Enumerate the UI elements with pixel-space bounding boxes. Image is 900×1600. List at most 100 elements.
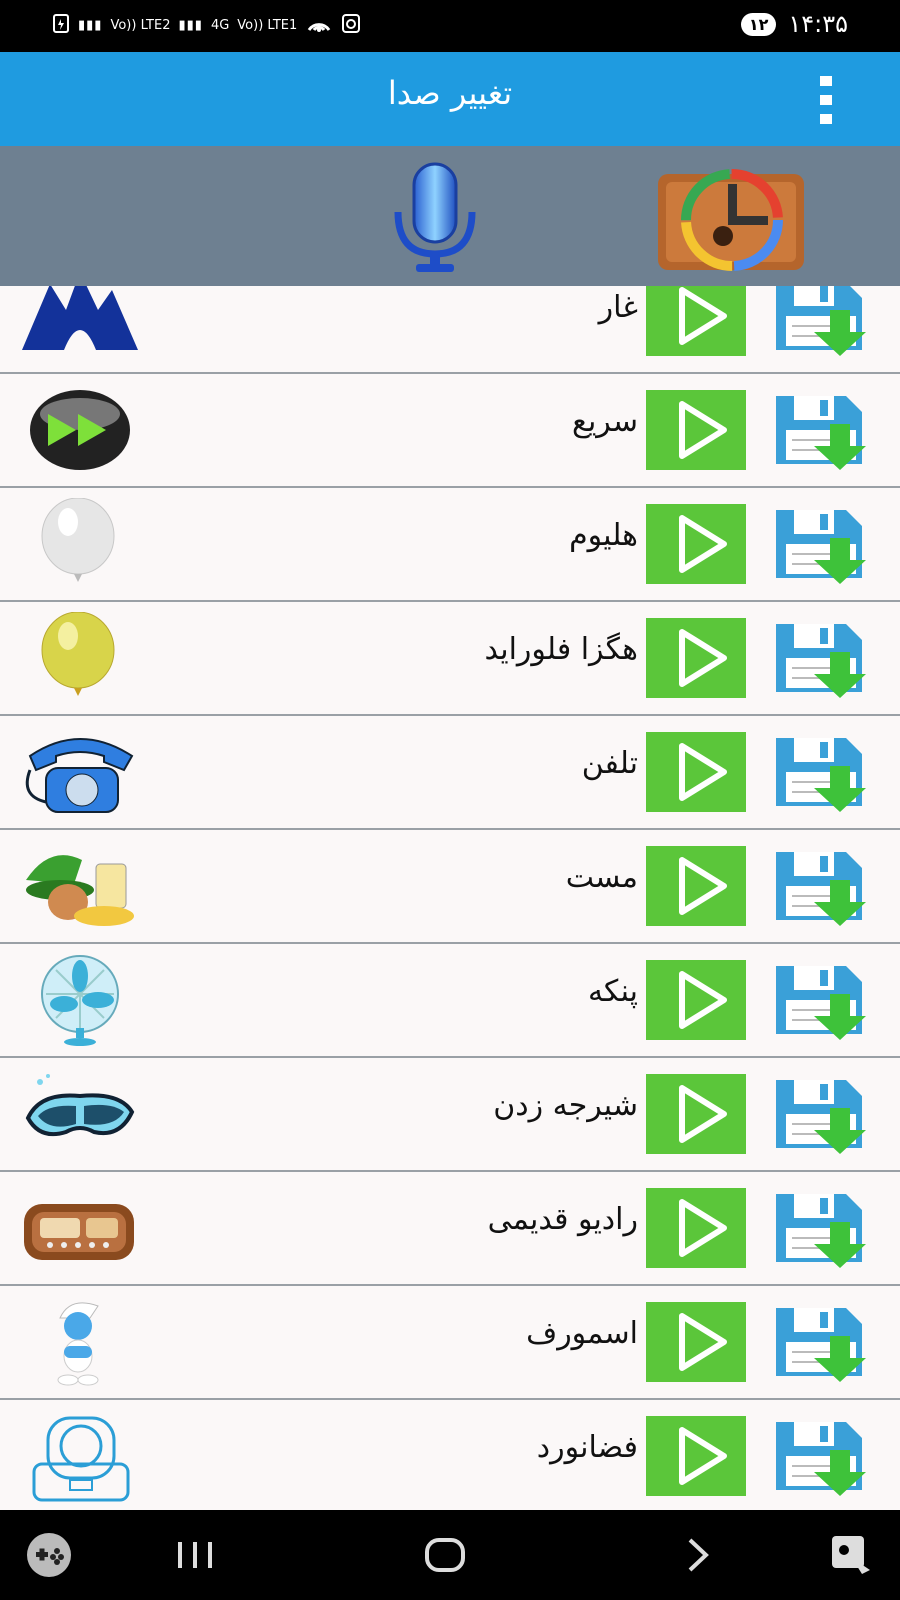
play-icon [679,971,727,1029]
save-download-icon [776,1308,866,1382]
effect-row[interactable]: شیرجه زدن [0,1058,900,1172]
notification-badge: ۱۲ [740,12,777,36]
play-icon [679,857,727,915]
home-icon[interactable] [420,1530,470,1580]
screenshot-icon[interactable] [826,1530,876,1580]
play-button[interactable] [646,1188,746,1268]
save-button[interactable] [770,504,870,584]
save-download-icon [776,1194,866,1268]
effect-row[interactable]: پنکه [0,944,900,1058]
play-icon [679,1199,727,1257]
save-button[interactable] [770,618,870,698]
recents-icon[interactable] [170,1530,220,1580]
save-download-icon [776,510,866,584]
open-music-button[interactable] [658,164,806,272]
play-icon [679,401,727,459]
save-download-icon [776,624,866,698]
play-button[interactable] [646,960,746,1040]
telephone-icon [20,726,140,818]
effect-label: تلفن [581,746,638,781]
status-icons: ▮▮▮ Vo)) LTE2 ▮▮▮ 4G Vo)) LTE1 [52,12,361,38]
play-button[interactable] [646,618,746,698]
app-title: تغییر صدا [387,74,513,112]
effect-row[interactable]: تلفن [0,716,900,830]
status-right: ۱۲ ۱۴:۳۵ [740,10,848,38]
diving-mask-icon [20,1068,140,1160]
battery-saver-icon [52,12,70,38]
save-button[interactable] [770,846,870,926]
effect-row[interactable]: سریع [0,374,900,488]
effect-label: غار [598,290,638,325]
music-history-icon [658,169,804,271]
overflow-menu-button[interactable] [816,76,836,124]
smurf-icon [20,1296,140,1388]
play-icon [679,1085,727,1143]
effect-label: پنکه [587,974,638,1009]
effect-row[interactable]: هگزا فلوراید [0,602,900,716]
save-button[interactable] [770,732,870,812]
signal-icon-2: ▮▮▮ [178,17,203,33]
play-icon [679,629,727,687]
save-button[interactable] [770,960,870,1040]
record-button[interactable] [392,162,478,274]
game-icon[interactable] [24,1530,74,1580]
effect-label: رادیو قدیمی [487,1202,638,1237]
menu-dot-icon [820,95,832,105]
status-bar: ▮▮▮ Vo)) LTE2 ▮▮▮ 4G Vo)) LTE1 ۱۲ ۱۴:۳۵ [0,0,900,52]
save-download-icon [776,966,866,1040]
play-icon [679,287,727,345]
save-download-icon [776,738,866,812]
effect-row[interactable]: هلیوم [0,488,900,602]
back-icon[interactable] [672,1530,722,1580]
navigation-bar [0,1510,900,1600]
effect-row[interactable]: فضانورد [0,1400,900,1510]
play-icon [679,1427,727,1485]
microphone-icon [394,162,476,272]
hotspot-icon [305,12,333,38]
play-button[interactable] [646,390,746,470]
fan-icon [20,954,140,1046]
save-download-icon [776,852,866,926]
effect-row[interactable]: غار [0,286,900,374]
save-button[interactable] [770,1074,870,1154]
signal-icon: ▮▮▮ [78,17,103,33]
effect-label: شیرجه زدن [493,1088,638,1123]
effects-list[interactable]: غار سریع هلیوم هگزا فلوراید تلفن مست پنکه شیرجه… [0,286,900,1510]
save-download-icon [776,396,866,470]
save-download-icon [776,1422,866,1496]
save-button[interactable] [770,1416,870,1496]
save-button[interactable] [770,1302,870,1382]
effect-label: فضانورد [536,1430,638,1465]
save-button[interactable] [770,390,870,470]
recycle-icon [341,12,361,38]
play-icon [679,515,727,573]
effect-row[interactable]: مست [0,830,900,944]
old-radio-icon [20,1182,140,1274]
effect-row[interactable]: رادیو قدیمی [0,1172,900,1286]
play-button[interactable] [646,504,746,584]
action-toolbar [0,146,900,286]
play-icon [679,743,727,801]
network-label-1: Vo)) LTE2 [110,17,171,33]
white-balloon-icon [20,497,140,590]
play-button[interactable] [646,1416,746,1496]
effect-label: هلیوم [569,518,638,553]
play-button[interactable] [646,1302,746,1382]
save-download-icon [776,1080,866,1154]
clock: ۱۴:۳۵ [788,10,848,38]
network-label-2: Vo)) LTE1 [237,17,298,33]
effect-row[interactable]: اسمورف [0,1286,900,1400]
effect-label: اسمورف [526,1316,638,1351]
app-bar: تغییر صدا [0,52,900,146]
fast-forward-icon [20,384,140,476]
play-button[interactable] [646,846,746,926]
network-label-3: 4G [210,17,230,33]
play-button[interactable] [646,286,746,356]
save-download-icon [776,286,866,356]
play-button[interactable] [646,1074,746,1154]
effect-label: هگزا فلوراید [484,632,638,667]
save-button[interactable] [770,1188,870,1268]
effect-label: مست [565,860,638,895]
save-button[interactable] [770,286,870,356]
play-button[interactable] [646,732,746,812]
